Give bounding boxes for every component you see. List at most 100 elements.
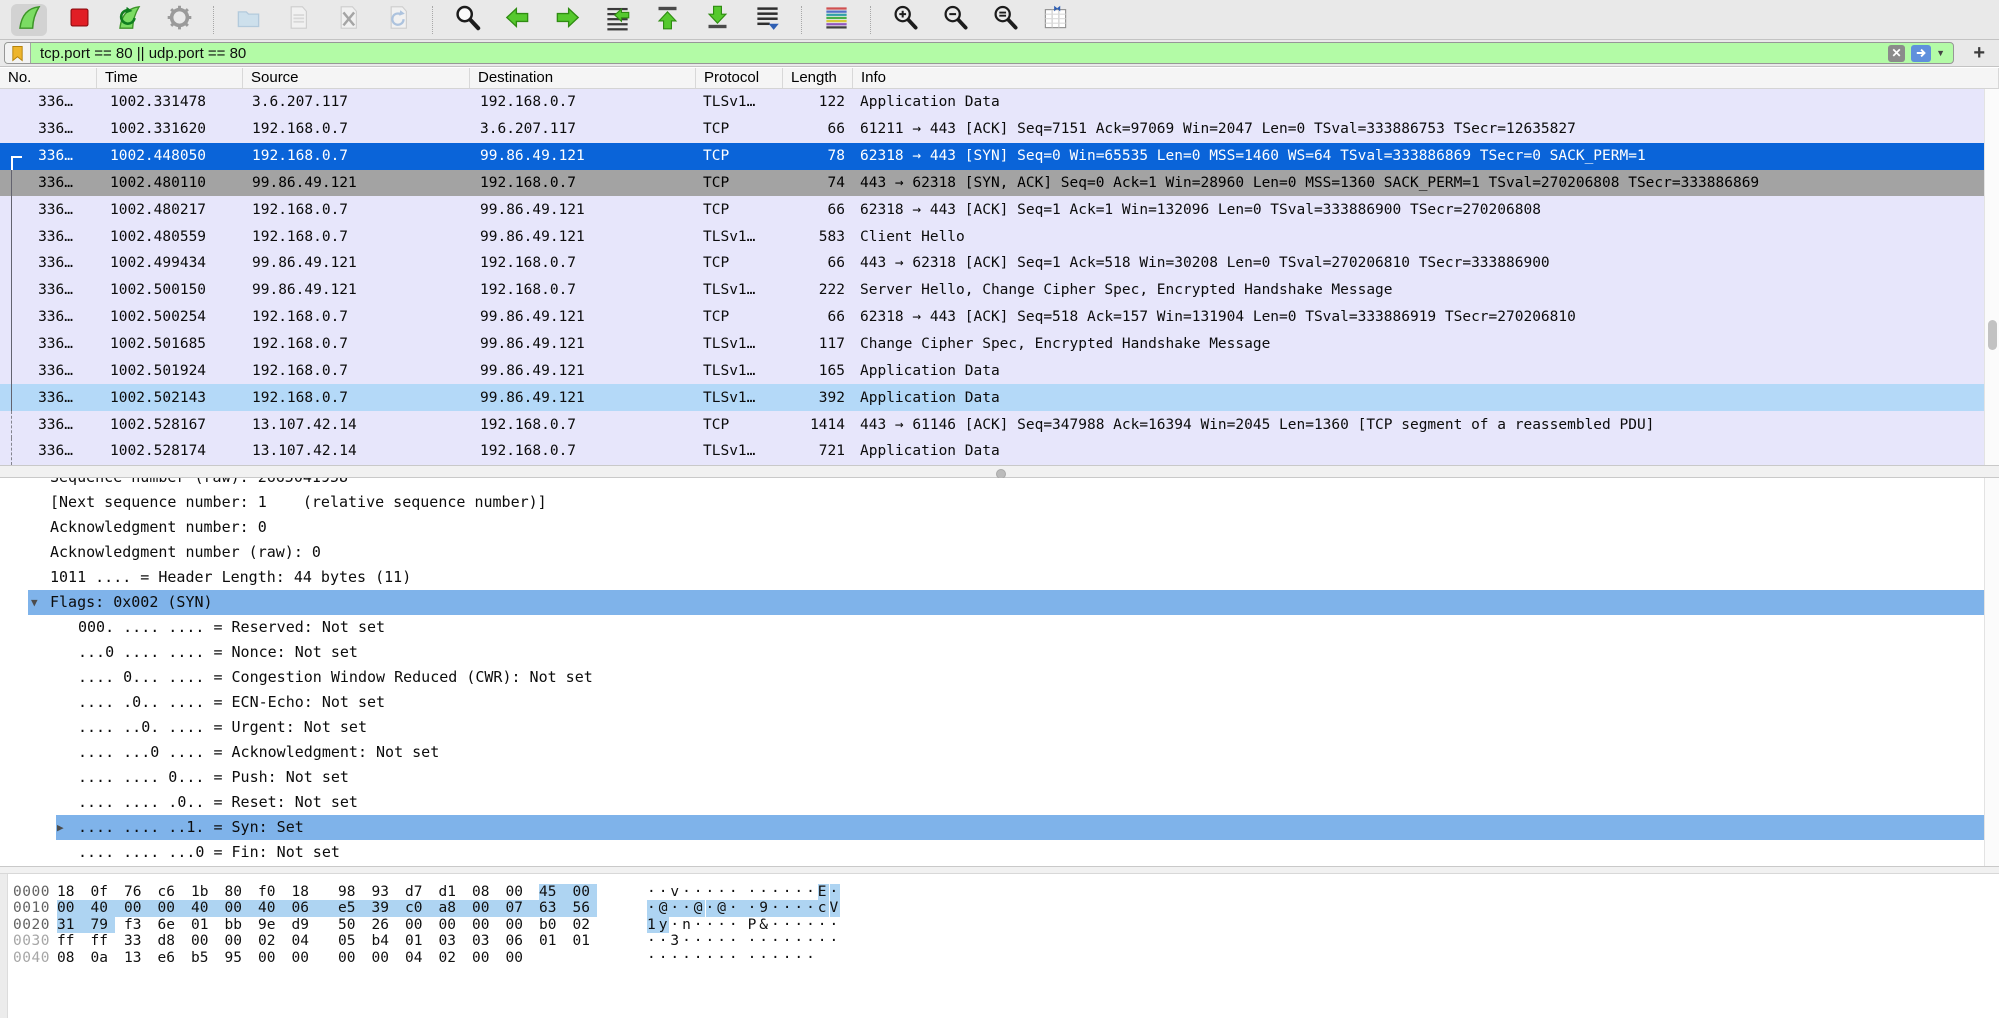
capture-options-button[interactable] xyxy=(161,4,197,36)
packet-row[interactable]: 336…1002.500254192.168.0.799.86.49.121TC… xyxy=(0,304,1984,331)
hex-ascii-char[interactable]: · xyxy=(794,933,804,949)
go-back-button[interactable] xyxy=(499,4,535,36)
hex-byte[interactable]: 98 xyxy=(338,884,362,900)
column-header-no[interactable]: No. xyxy=(0,68,97,88)
packet-row[interactable]: 336…1002.49943499.86.49.121192.168.0.7TC… xyxy=(0,250,1984,277)
hex-byte[interactable]: 06 xyxy=(506,933,530,949)
hex-byte[interactable]: 33 xyxy=(124,933,148,949)
hex-ascii-char[interactable]: P xyxy=(748,917,758,933)
hex-ascii-char[interactable]: V xyxy=(830,900,840,916)
hex-ascii-char[interactable]: · xyxy=(706,917,716,933)
hex-byte[interactable]: d1 xyxy=(439,884,463,900)
hex-ascii-char[interactable]: · xyxy=(729,917,739,933)
hex-byte[interactable]: 02 xyxy=(439,950,463,966)
hex-ascii-char[interactable]: · xyxy=(806,950,816,966)
hex-byte[interactable]: b0 xyxy=(539,917,563,933)
detail-row[interactable]: .... ..0. .... = Urgent: Not set xyxy=(0,715,1984,740)
hex-ascii-char[interactable]: 3 xyxy=(670,933,680,949)
hex-ascii-char[interactable]: · xyxy=(706,933,716,949)
hex-ascii-char[interactable]: · xyxy=(748,950,758,966)
hex-byte[interactable]: 00 xyxy=(225,900,259,916)
hex-byte[interactable]: 0f xyxy=(91,884,115,900)
filter-bookmark-icon[interactable] xyxy=(5,43,31,63)
detail-row[interactable]: .... 0... .... = Congestion Window Reduc… xyxy=(0,665,1984,690)
detail-row[interactable]: Acknowledgment number (raw): 0 xyxy=(0,540,1984,565)
hex-ascii-char[interactable]: · xyxy=(818,933,828,949)
start-capture-button[interactable] xyxy=(11,4,47,36)
hex-ascii-char[interactable]: · xyxy=(717,933,727,949)
detail-row[interactable]: ...0 .... .... = Nonce: Not set xyxy=(0,640,1984,665)
hex-ascii-char[interactable]: · xyxy=(694,917,704,933)
hex-byte[interactable]: 00 xyxy=(57,900,91,916)
hex-byte[interactable]: 00 xyxy=(158,900,192,916)
hex-ascii-char[interactable]: · xyxy=(670,917,680,933)
hex-byte[interactable]: 00 xyxy=(405,917,429,933)
hex-ascii-char[interactable]: v xyxy=(670,884,680,900)
hex-ascii-char[interactable]: · xyxy=(806,933,816,949)
hex-ascii-char[interactable]: · xyxy=(729,933,739,949)
hex-byte[interactable]: 08 xyxy=(472,884,496,900)
packet-row[interactable]: 336…1002.331620192.168.0.73.6.207.117TCP… xyxy=(0,116,1984,143)
hex-byte[interactable]: 00 xyxy=(225,933,249,949)
hex-ascii-char[interactable]: · xyxy=(682,884,692,900)
hex-ascii-char[interactable]: · xyxy=(783,917,793,933)
packet-row[interactable]: 336…1002.48011099.86.49.121192.168.0.7TC… xyxy=(0,170,1984,197)
details-scrollbar[interactable] xyxy=(1984,478,1999,866)
detail-row[interactable]: .... .... 0... = Push: Not set xyxy=(0,765,1984,790)
hex-ascii-char[interactable]: n xyxy=(682,917,692,933)
hex-byte[interactable]: 01 xyxy=(405,933,429,949)
hex-ascii-char[interactable]: 9 xyxy=(759,900,771,916)
hex-ascii-char[interactable]: 1 xyxy=(647,917,659,933)
hex-byte[interactable]: d7 xyxy=(405,884,429,900)
hex-ascii-char[interactable]: · xyxy=(771,933,781,949)
packet-row[interactable]: 336…1002.480217192.168.0.799.86.49.121TC… xyxy=(0,196,1984,223)
hex-ascii-char[interactable]: · xyxy=(706,884,716,900)
packet-row[interactable]: 336…1002.3314783.6.207.117192.168.0.7TLS… xyxy=(0,89,1984,116)
hex-byte[interactable]: 50 xyxy=(338,917,362,933)
hex-ascii-char[interactable]: · xyxy=(717,950,727,966)
hex-byte[interactable]: 76 xyxy=(124,884,148,900)
hex-ascii-char[interactable]: · xyxy=(682,900,694,916)
hex-byte[interactable]: 00 xyxy=(472,917,496,933)
hex-byte[interactable]: 63 xyxy=(539,900,573,916)
zoom-out-button[interactable] xyxy=(937,4,973,36)
hex-byte[interactable]: d9 xyxy=(292,917,316,933)
packet-row[interactable]: 336…1002.501685192.168.0.799.86.49.121TL… xyxy=(0,331,1984,358)
hex-byte[interactable]: 00 xyxy=(439,917,463,933)
hex-byte[interactable]: 01 xyxy=(191,917,215,933)
hex-byte[interactable]: 03 xyxy=(472,933,496,949)
hex-ascii-char[interactable]: · xyxy=(783,900,795,916)
column-header-destination[interactable]: Destination xyxy=(470,68,696,88)
packet-row[interactable]: 336…1002.50015099.86.49.121192.168.0.7TL… xyxy=(0,277,1984,304)
hex-ascii-char[interactable]: · xyxy=(670,900,682,916)
packet-row[interactable]: 336…1002.448050192.168.0.799.86.49.121TC… xyxy=(0,143,1984,170)
hex-ascii-char[interactable]: · xyxy=(729,884,739,900)
hex-ascii-char[interactable]: · xyxy=(647,933,657,949)
hex-byte[interactable]: 00 xyxy=(191,933,215,949)
hex-byte[interactable]: 40 xyxy=(191,900,225,916)
hex-byte[interactable]: 04 xyxy=(405,950,429,966)
hex-ascii-char[interactable]: · xyxy=(694,884,704,900)
hex-byte[interactable]: 13 xyxy=(124,950,148,966)
hex-byte[interactable]: f0 xyxy=(258,884,282,900)
hex-byte[interactable]: 00 xyxy=(124,900,158,916)
hex-ascii-char[interactable]: · xyxy=(830,884,840,900)
scrollbar-thumb[interactable] xyxy=(1988,320,1997,350)
hex-byte[interactable]: 00 xyxy=(573,884,597,900)
detail-row[interactable]: Acknowledgment number: 0 xyxy=(0,515,1984,540)
go-to-top-button[interactable] xyxy=(649,4,685,36)
hex-byte[interactable]: d8 xyxy=(158,933,182,949)
hex-ascii-char[interactable]: @ xyxy=(717,900,729,916)
hex-byte[interactable]: 00 xyxy=(506,884,530,900)
hex-byte[interactable]: 01 xyxy=(573,933,597,949)
packet-row[interactable]: 336…1002.480559192.168.0.799.86.49.121TL… xyxy=(0,223,1984,250)
column-header-protocol[interactable]: Protocol xyxy=(696,68,783,88)
packet-row[interactable]: 336…1002.502143192.168.0.799.86.49.121TL… xyxy=(0,384,1984,411)
hex-ascii-char[interactable]: · xyxy=(706,900,718,916)
hex-ascii-char[interactable]: · xyxy=(794,917,804,933)
hex-ascii-char[interactable]: · xyxy=(729,950,739,966)
find-packet-button[interactable] xyxy=(449,4,485,36)
hex-byte[interactable]: ff xyxy=(91,933,115,949)
detail-row[interactable]: .... .... .0.. = Reset: Not set xyxy=(0,790,1984,815)
hex-ascii-char[interactable]: · xyxy=(717,884,727,900)
